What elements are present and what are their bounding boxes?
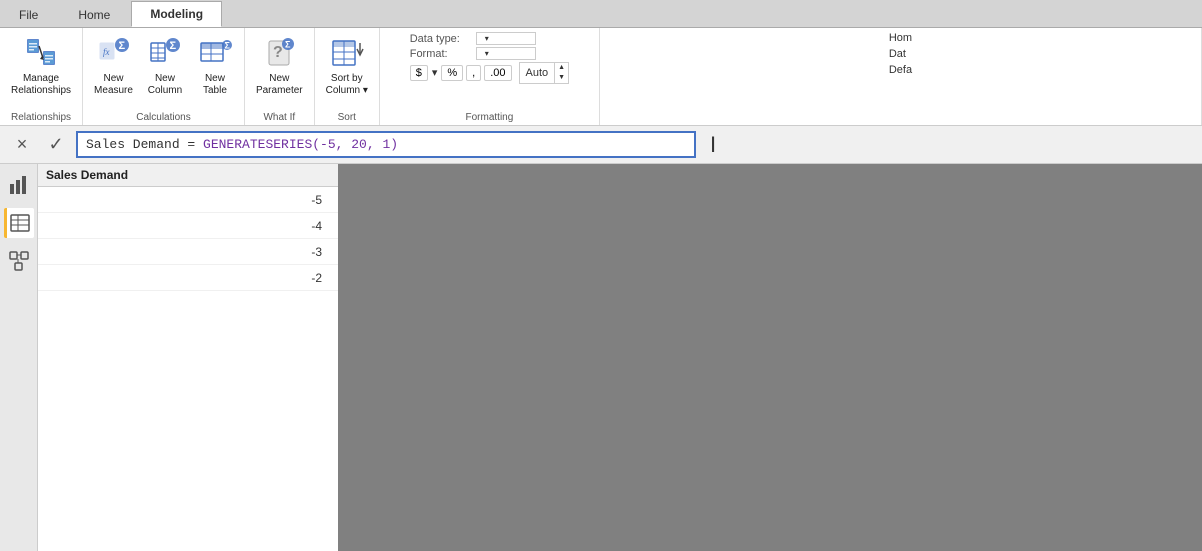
svg-text:?: ? xyxy=(273,44,283,61)
partial-line-2: Dat xyxy=(889,48,912,60)
format-label: Format: xyxy=(410,48,470,60)
manage-relationships-button[interactable]: ManageRelationships xyxy=(6,32,76,100)
format-row: Format: ▾ xyxy=(410,47,569,60)
new-column-label: NewColumn xyxy=(148,73,182,97)
ribbon-group-calculations: fx Σ NewMeasure xyxy=(83,28,245,125)
report-view-button[interactable] xyxy=(4,170,34,200)
calculations-group-label: Calculations xyxy=(89,110,238,123)
currency-percent-button[interactable]: % xyxy=(441,65,463,81)
manage-relationships-icon xyxy=(23,35,59,71)
svg-text:Σ: Σ xyxy=(118,40,125,52)
new-column-button[interactable]: Σ NewColumn xyxy=(142,32,188,100)
relationships-group-label: Relationships xyxy=(6,110,76,123)
formatting-group-label: Formatting xyxy=(466,110,514,123)
data-type-row: Data type: ▾ xyxy=(410,32,569,45)
ribbon: ManageRelationships Relationships fx Σ N… xyxy=(0,28,1202,126)
left-icon-panel xyxy=(0,164,38,551)
data-type-dropdown[interactable]: ▾ xyxy=(476,32,536,45)
new-table-icon: Σ xyxy=(197,35,233,71)
currency-decimal-button[interactable]: .00 xyxy=(484,65,511,81)
ribbon-group-formatting: Data type: ▾ Format: ▾ $ ▾ % , .00 xyxy=(380,28,600,125)
new-measure-button[interactable]: fx Σ NewMeasure xyxy=(89,32,138,100)
svg-text:Σ: Σ xyxy=(169,40,176,52)
svg-text:fx: fx xyxy=(103,47,110,57)
currency-row: $ ▾ % , .00 Auto ▲ ▼ xyxy=(410,62,569,84)
ribbon-group-relationships: ManageRelationships Relationships xyxy=(0,28,83,125)
new-column-icon: Σ xyxy=(147,35,183,71)
ribbon-group-what-if: ? Σ NewParameter What If xyxy=(245,28,315,125)
new-parameter-icon: ? Σ xyxy=(261,35,297,71)
table-body: -5 -4 -3 -2 xyxy=(38,187,338,551)
model-view-button[interactable] xyxy=(4,246,34,276)
formula-function: GENERATESERIES(-5, 20, 1) xyxy=(203,137,398,152)
new-parameter-label: NewParameter xyxy=(256,73,303,97)
tab-modeling[interactable]: Modeling xyxy=(131,1,222,27)
table-row: -3 xyxy=(38,239,338,265)
new-parameter-button[interactable]: ? Σ NewParameter xyxy=(251,32,308,100)
main-content: Sales Demand -5 -4 -3 -2 xyxy=(0,164,1202,551)
table-row: -4 xyxy=(38,213,338,239)
ribbon-group-sort: Sort byColumn ▾ Sort xyxy=(315,28,380,125)
data-table: Sales Demand -5 -4 -3 -2 xyxy=(38,164,338,551)
svg-text:Σ: Σ xyxy=(285,40,291,50)
sort-by-column-button[interactable]: Sort byColumn ▾ xyxy=(321,32,373,100)
tab-bar: File Home Modeling xyxy=(0,0,1202,28)
cursor-indicator: I xyxy=(710,132,716,158)
data-view-button[interactable] xyxy=(4,208,34,238)
partial-line-1: Hom xyxy=(889,32,912,44)
what-if-group-label: What If xyxy=(251,110,308,123)
table-row: -5 xyxy=(38,187,338,213)
confirm-button[interactable]: ✓ xyxy=(42,131,70,159)
formula-text: Sales Demand = xyxy=(86,137,203,152)
sort-by-column-label: Sort byColumn ▾ xyxy=(326,73,368,97)
sort-group-label: Sort xyxy=(321,110,373,123)
auto-label: Auto xyxy=(520,66,555,80)
spin-down-button[interactable]: ▼ xyxy=(555,73,568,83)
svg-text:Σ: Σ xyxy=(224,41,230,51)
table-column-header: Sales Demand xyxy=(38,164,338,187)
tab-home[interactable]: Home xyxy=(59,1,129,27)
new-table-label: NewTable xyxy=(203,73,227,97)
sort-by-column-icon xyxy=(329,35,365,71)
tab-file[interactable]: File xyxy=(0,1,57,27)
formula-bar: × ✓ Sales Demand = GENERATESERIES(-5, 20… xyxy=(0,126,1202,164)
gray-workspace xyxy=(338,164,1202,551)
partial-line-3: Defa xyxy=(889,64,912,76)
formula-input[interactable]: Sales Demand = GENERATESERIES(-5, 20, 1) xyxy=(76,131,696,158)
auto-spinbox: Auto ▲ ▼ xyxy=(519,62,570,84)
data-type-label: Data type: xyxy=(410,33,470,45)
ribbon-group-partial: Hom Dat Defa xyxy=(600,28,1202,125)
manage-relationships-label: ManageRelationships xyxy=(11,73,71,97)
table-row: -2 xyxy=(38,265,338,291)
cancel-icon: × xyxy=(17,134,28,155)
new-table-button[interactable]: Σ NewTable xyxy=(192,32,238,100)
data-type-dropdown-arrow: ▾ xyxy=(485,34,489,43)
new-measure-icon: fx Σ xyxy=(96,35,132,71)
cancel-button[interactable]: × xyxy=(8,131,36,159)
currency-comma-button[interactable]: , xyxy=(466,65,481,81)
format-dropdown-arrow: ▾ xyxy=(485,49,489,58)
format-dropdown[interactable]: ▾ xyxy=(476,47,536,60)
currency-dollar-button[interactable]: $ xyxy=(410,65,428,81)
confirm-icon: ✓ xyxy=(48,134,63,155)
new-measure-label: NewMeasure xyxy=(94,73,133,97)
spin-up-button[interactable]: ▲ xyxy=(555,63,568,73)
